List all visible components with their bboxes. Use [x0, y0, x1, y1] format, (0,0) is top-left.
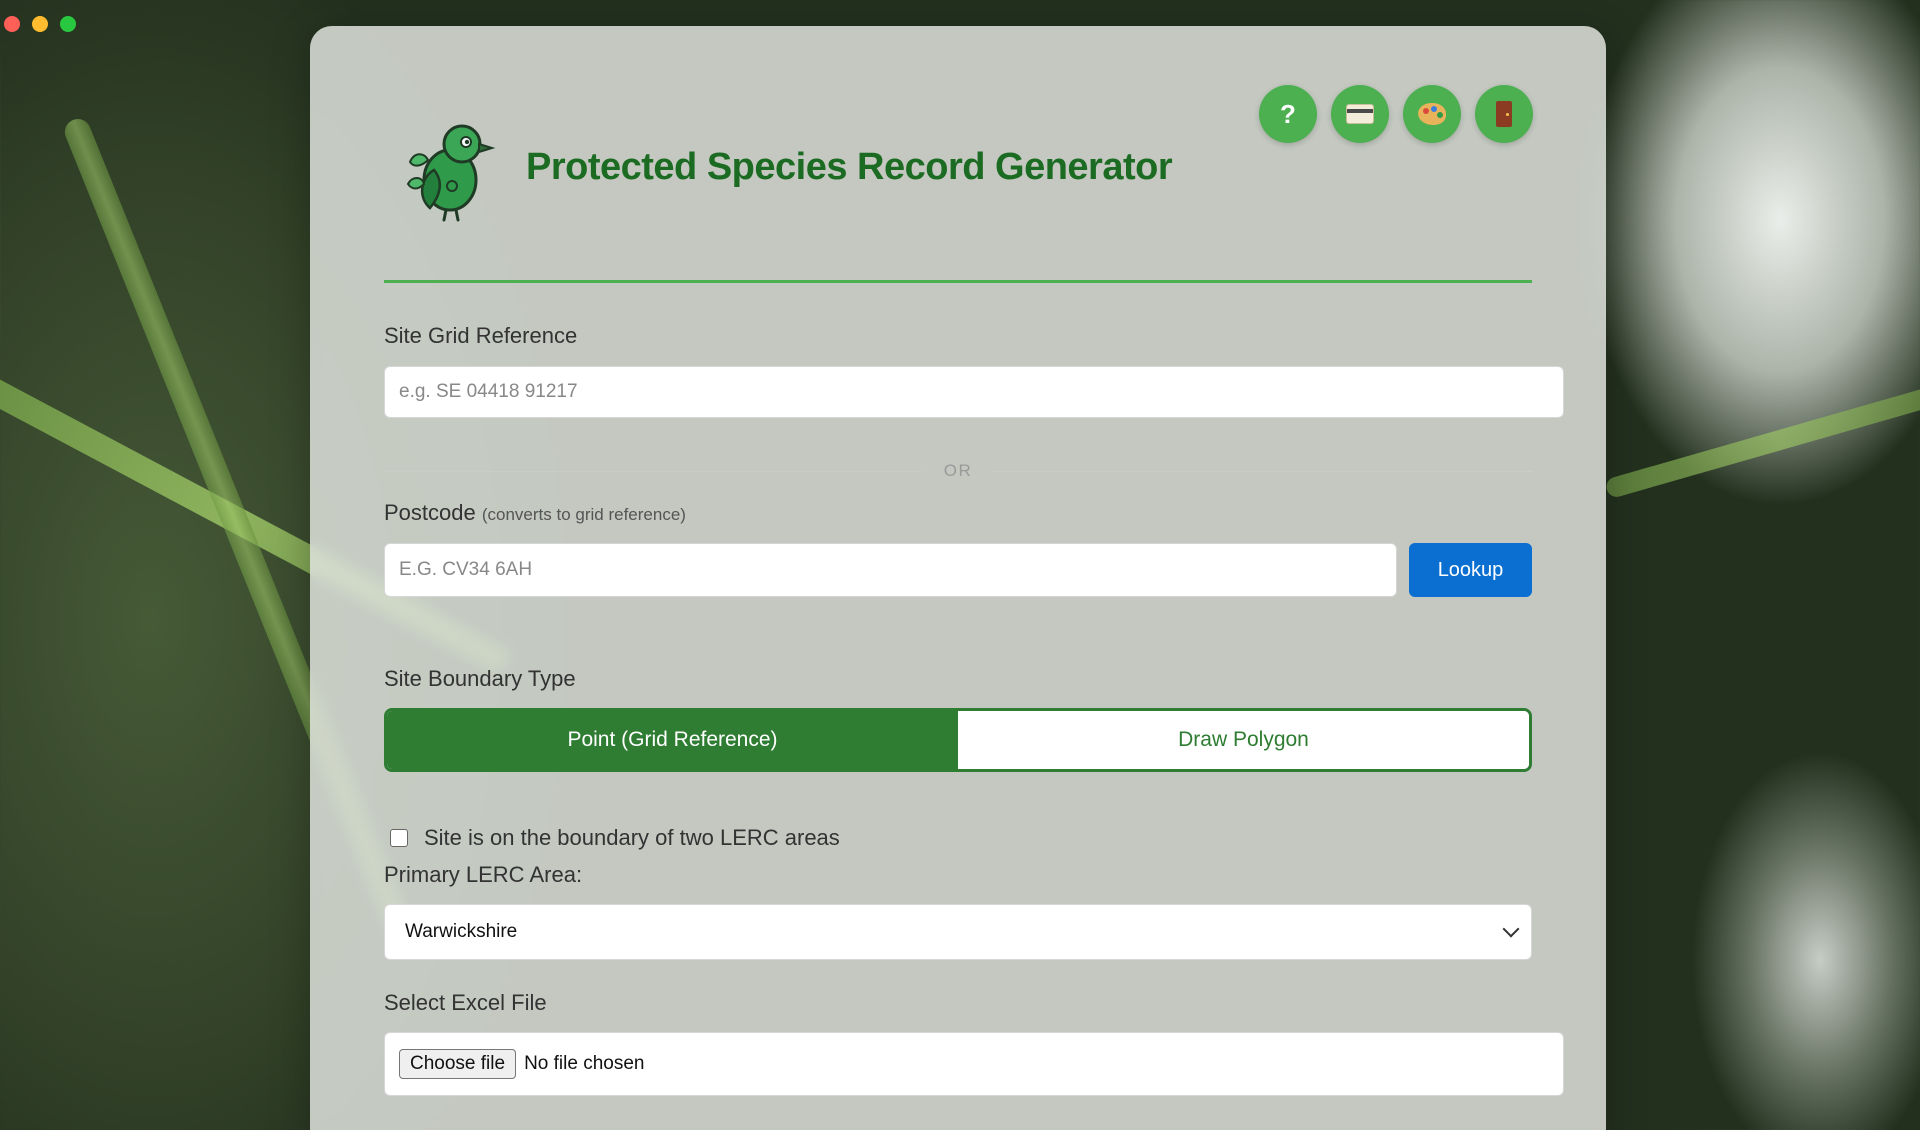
grid-ref-input[interactable]	[384, 366, 1564, 418]
app-title: Protected Species Record Generator	[526, 146, 1173, 188]
minimize-window-button[interactable]	[32, 16, 48, 32]
postcode-hint: (converts to grid reference)	[481, 505, 686, 524]
draw-polygon-option[interactable]: Draw Polygon	[958, 711, 1529, 769]
door-icon	[1496, 101, 1512, 127]
or-separator: OR	[384, 457, 1532, 487]
or-text: OR	[943, 461, 973, 480]
excel-file-input: Choose file No file chosen	[384, 1032, 1564, 1096]
logout-button[interactable]	[1475, 85, 1533, 143]
credit-card-icon	[1346, 104, 1374, 124]
window-controls	[4, 16, 76, 32]
boundary-type-label: Site Boundary Type	[384, 666, 576, 691]
background-stem	[1604, 380, 1920, 500]
postcode-label: Postcode (converts to grid reference)	[384, 500, 686, 526]
point-option[interactable]: Point (Grid Reference)	[387, 711, 958, 769]
primary-lerc-label: Primary LERC Area:	[384, 862, 583, 887]
boundary-type-toggle: Point (Grid Reference) Draw Polygon	[384, 708, 1532, 772]
palette-icon	[1418, 103, 1446, 125]
theme-button[interactable]	[1403, 85, 1461, 143]
close-window-button[interactable]	[4, 16, 20, 32]
zoom-window-button[interactable]	[60, 16, 76, 32]
chevron-down-icon	[1502, 920, 1520, 938]
primary-lerc-value: Warwickshire	[405, 921, 518, 942]
primary-lerc-select[interactable]: Warwickshire	[384, 904, 1532, 960]
two-lerc-label: Site is on the boundary of two LERC area…	[424, 825, 840, 850]
header-toolbar: ?	[1259, 85, 1533, 143]
excel-file-label: Select Excel File	[384, 990, 547, 1015]
postcode-label-text: Postcode	[384, 500, 476, 525]
choose-file-button[interactable]: Choose file	[399, 1049, 517, 1079]
two-lerc-row: Site is on the boundary of two LERC area…	[390, 825, 840, 851]
billing-button[interactable]	[1331, 85, 1389, 143]
header-divider	[384, 280, 1532, 283]
lookup-button[interactable]: Lookup	[1409, 543, 1532, 597]
grid-ref-label: Site Grid Reference	[384, 323, 578, 348]
postcode-input[interactable]	[384, 543, 1397, 597]
file-status: No file chosen	[524, 1053, 645, 1074]
help-button[interactable]: ?	[1259, 85, 1317, 143]
question-icon: ?	[1280, 98, 1296, 129]
main-panel: Protected Species Record Generator ? Sit…	[310, 26, 1606, 1130]
bird-logo-icon	[406, 124, 496, 222]
two-lerc-checkbox[interactable]	[390, 829, 408, 847]
